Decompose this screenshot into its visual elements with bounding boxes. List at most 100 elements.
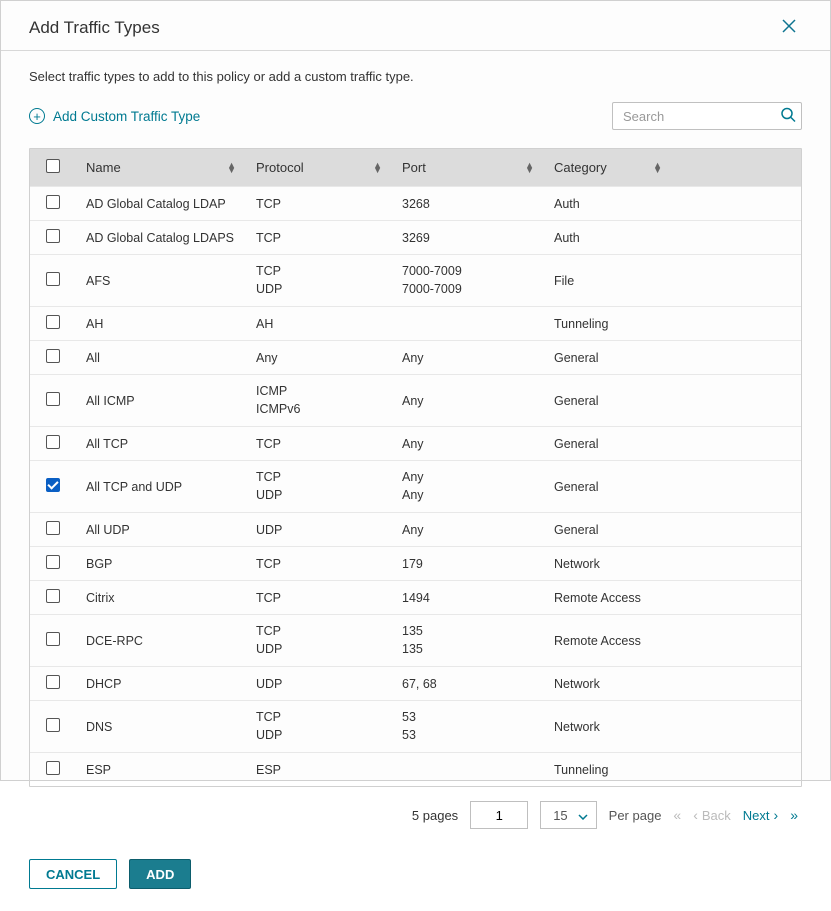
row-checkbox-cell — [30, 427, 76, 461]
add-button[interactable]: ADD — [129, 859, 191, 889]
row-checkbox[interactable] — [46, 718, 60, 732]
page-number-input[interactable] — [470, 801, 528, 829]
pagination: 5 pages 15 Per page « ‹Back Next› » — [29, 787, 802, 829]
row-name: AD Global Catalog LDAPS — [76, 221, 246, 255]
row-category: Auth — [544, 221, 672, 255]
last-page-button[interactable]: » — [790, 807, 798, 823]
plus-circle-icon: + — [29, 108, 45, 124]
header-protocol[interactable]: Protocol ▲▼ — [246, 149, 392, 187]
table-row: All ICMPICMPICMPv6AnyGeneral — [30, 375, 801, 427]
table-header-row: Name ▲▼ Protocol ▲▼ Port — [30, 149, 801, 187]
row-checkbox[interactable] — [46, 315, 60, 329]
row-protocol: TCPUDP — [246, 615, 392, 667]
row-checkbox[interactable] — [46, 478, 60, 492]
row-spare — [672, 375, 801, 427]
row-category: General — [544, 427, 672, 461]
row-port: 1494 — [392, 581, 544, 615]
dialog-content: Select traffic types to add to this poli… — [1, 51, 830, 845]
row-port — [392, 307, 544, 341]
row-checkbox[interactable] — [46, 229, 60, 243]
row-checkbox-cell — [30, 461, 76, 513]
header-spare — [672, 149, 801, 187]
row-port: 179 — [392, 547, 544, 581]
row-checkbox[interactable] — [46, 435, 60, 449]
back-label: Back — [702, 808, 731, 823]
row-name: DHCP — [76, 667, 246, 701]
row-spare — [672, 187, 801, 221]
row-checkbox[interactable] — [46, 195, 60, 209]
row-checkbox-cell — [30, 375, 76, 427]
add-custom-traffic-type-button[interactable]: + Add Custom Traffic Type — [29, 108, 200, 124]
row-port: 5353 — [392, 701, 544, 753]
row-protocol: UDP — [246, 667, 392, 701]
table-row: DNSTCPUDP5353Network — [30, 701, 801, 753]
header-category[interactable]: Category ▲▼ — [544, 149, 672, 187]
sort-icon: ▲▼ — [653, 163, 662, 173]
row-port: Any — [392, 341, 544, 375]
header-protocol-label: Protocol — [256, 160, 304, 175]
row-name: AH — [76, 307, 246, 341]
row-port: 67, 68 — [392, 667, 544, 701]
row-category: Network — [544, 547, 672, 581]
row-category: Tunneling — [544, 307, 672, 341]
row-checkbox[interactable] — [46, 272, 60, 286]
row-protocol: UDP — [246, 513, 392, 547]
row-checkbox-cell — [30, 667, 76, 701]
table-row: All TCP and UDPTCPUDPAnyAnyGeneral — [30, 461, 801, 513]
search-input[interactable] — [612, 102, 802, 130]
row-category: General — [544, 341, 672, 375]
row-name: All ICMP — [76, 375, 246, 427]
row-protocol: TCPUDP — [246, 461, 392, 513]
row-port: 3269 — [392, 221, 544, 255]
next-label: Next — [743, 808, 770, 823]
select-all-checkbox[interactable] — [46, 159, 60, 173]
row-checkbox[interactable] — [46, 632, 60, 646]
row-spare — [672, 461, 801, 513]
row-category: Network — [544, 701, 672, 753]
row-protocol: TCPUDP — [246, 701, 392, 753]
row-checkbox-cell — [30, 187, 76, 221]
chevron-down-icon — [578, 808, 588, 823]
row-checkbox[interactable] — [46, 589, 60, 603]
row-checkbox[interactable] — [46, 555, 60, 569]
row-spare — [672, 547, 801, 581]
row-protocol: Any — [246, 341, 392, 375]
row-checkbox-cell — [30, 701, 76, 753]
row-category: General — [544, 375, 672, 427]
cancel-button[interactable]: CANCEL — [29, 859, 117, 889]
per-page-value: 15 — [553, 808, 567, 823]
per-page-select[interactable]: 15 — [540, 801, 596, 829]
row-name: All TCP — [76, 427, 246, 461]
row-spare — [672, 341, 801, 375]
search-box — [612, 102, 802, 130]
row-checkbox[interactable] — [46, 761, 60, 775]
row-checkbox[interactable] — [46, 349, 60, 363]
dialog-title: Add Traffic Types — [29, 18, 160, 38]
row-checkbox-cell — [30, 615, 76, 667]
row-category: General — [544, 513, 672, 547]
row-checkbox[interactable] — [46, 675, 60, 689]
row-checkbox-cell — [30, 513, 76, 547]
header-name[interactable]: Name ▲▼ — [76, 149, 246, 187]
prev-page-button[interactable]: ‹Back — [693, 807, 731, 823]
row-name: DCE-RPC — [76, 615, 246, 667]
row-port: AnyAny — [392, 461, 544, 513]
sort-icon: ▲▼ — [373, 163, 382, 173]
row-checkbox[interactable] — [46, 392, 60, 406]
next-page-button[interactable]: Next› — [743, 807, 778, 823]
row-checkbox-cell — [30, 581, 76, 615]
pages-count-label: 5 pages — [412, 808, 458, 823]
row-checkbox-cell — [30, 221, 76, 255]
row-port: Any — [392, 375, 544, 427]
row-protocol: TCP — [246, 581, 392, 615]
header-port[interactable]: Port ▲▼ — [392, 149, 544, 187]
row-protocol: TCP — [246, 427, 392, 461]
row-name: Citrix — [76, 581, 246, 615]
row-spare — [672, 581, 801, 615]
close-icon[interactable] — [776, 15, 802, 40]
row-checkbox-cell — [30, 307, 76, 341]
row-name: AFS — [76, 255, 246, 307]
row-checkbox[interactable] — [46, 521, 60, 535]
first-page-button[interactable]: « — [673, 807, 681, 823]
sort-icon: ▲▼ — [525, 163, 534, 173]
